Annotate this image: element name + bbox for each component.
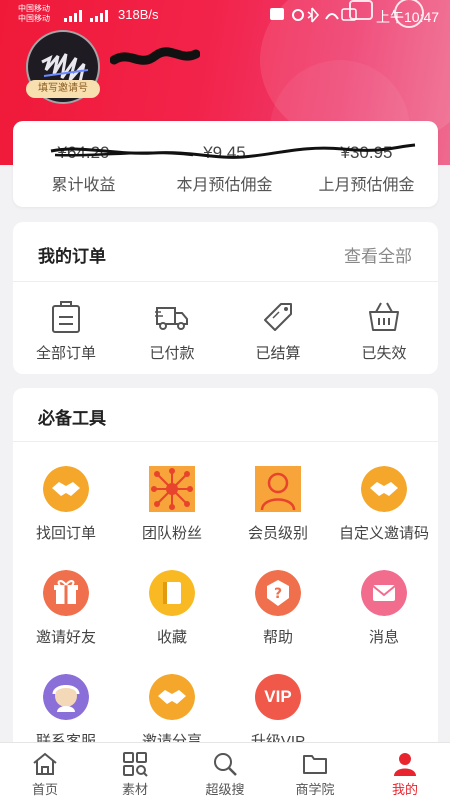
tab-materials[interactable]: 素材	[90, 743, 180, 800]
handshake-icon	[361, 466, 407, 512]
tab-super-search[interactable]: 超级搜	[180, 743, 270, 800]
order-all[interactable]: 全部订单	[13, 300, 119, 370]
orders-card: 我的订单 查看全部 全部订单 已付款 已结算 已失效	[13, 222, 438, 374]
tab-label: 超级搜	[205, 782, 245, 797]
grid-icon	[123, 752, 148, 777]
tab-business-school[interactable]: 商学院	[270, 743, 360, 800]
vip-icon: VIP	[255, 674, 301, 720]
team-network-icon	[149, 466, 195, 512]
order-label: 已失效	[361, 345, 407, 362]
order-settled[interactable]: 已结算	[225, 300, 331, 370]
tag-icon	[264, 303, 292, 331]
username	[110, 47, 200, 65]
view-all-orders-link[interactable]: 查看全部	[344, 242, 412, 267]
earnings-this-month[interactable]: ¥9.45 本月预估佣金	[154, 121, 295, 207]
tool-custom-invite-code[interactable]: 自定义邀请码	[331, 466, 437, 556]
redaction-scribble	[50, 143, 416, 159]
search-icon	[214, 753, 237, 776]
tool-member-level[interactable]: 会员级别	[225, 466, 331, 556]
order-label: 已结算	[255, 345, 301, 362]
tab-label: 我的	[391, 782, 418, 797]
folder-icon	[303, 755, 327, 774]
tool-favorites[interactable]: 收藏	[119, 570, 225, 660]
tab-label: 首页	[31, 782, 58, 797]
tool-label: 消息	[368, 629, 399, 646]
book-icon	[149, 570, 195, 616]
tool-help[interactable]: ? 帮助	[225, 570, 331, 660]
tool-retrieve-order[interactable]: 找回订单	[13, 466, 119, 556]
tool-label: 团队粉丝	[141, 525, 202, 542]
tool-messages[interactable]: 消息	[331, 570, 437, 660]
customer-service-icon	[43, 674, 89, 720]
mail-icon	[361, 570, 407, 616]
order-invalid[interactable]: 已失效	[331, 300, 437, 370]
tab-mine[interactable]: 我的	[360, 743, 450, 800]
tab-home[interactable]: 首页	[0, 743, 90, 800]
order-paid[interactable]: 已付款	[119, 300, 225, 370]
orders-header: 我的订单 查看全部	[13, 222, 438, 282]
tool-invite-friends[interactable]: 邀请好友	[13, 570, 119, 660]
tool-label: 帮助	[262, 629, 293, 646]
tools-card: 必备工具 找回订单 团队粉丝 会员级别 自定义邀请码 邀请好友 收藏 ? 帮助 …	[13, 388, 438, 758]
tool-label: 会员级别	[247, 525, 308, 542]
earnings-label: 累计收益	[51, 177, 116, 194]
network-speed: 318B/s	[118, 7, 159, 22]
handshake-icon	[149, 674, 195, 720]
status-icons	[270, 7, 357, 23]
orders-title: 我的订单	[38, 247, 106, 266]
carrier-info: 中国移动 中国移动	[18, 4, 50, 24]
earnings-total[interactable]: ¥64.20 累计收益	[13, 121, 154, 207]
vip-badge-text: VIP	[264, 687, 292, 706]
member-icon	[255, 466, 301, 512]
tool-team-fans[interactable]: 团队粉丝	[119, 466, 225, 556]
clipboard-icon	[52, 301, 80, 333]
carrier-1: 中国移动	[18, 4, 50, 13]
home-icon	[33, 752, 57, 775]
tool-label: 收藏	[156, 629, 187, 646]
earnings-last-month[interactable]: ¥30.95 上月预估佣金	[296, 121, 437, 207]
tool-label: 邀请好友	[35, 629, 96, 646]
order-label: 已付款	[149, 345, 195, 362]
tools-header: 必备工具	[13, 388, 438, 442]
user-icon	[394, 753, 416, 776]
order-label: 全部订单	[35, 345, 96, 362]
handshake-icon	[43, 466, 89, 512]
earnings-label: 本月预估佣金	[176, 177, 273, 194]
invite-code-tag[interactable]: 填写邀请号	[26, 80, 100, 98]
tool-label: 自定义邀请码	[338, 525, 429, 542]
bottom-tab-bar: 首页 素材 超级搜 商学院 我的	[0, 742, 450, 800]
basket-icon	[369, 302, 399, 331]
gift-icon	[43, 570, 89, 616]
message-icon[interactable]	[349, 0, 373, 20]
carrier-2: 中国移动	[18, 14, 50, 23]
signal-icon	[64, 10, 108, 22]
tools-title: 必备工具	[38, 409, 106, 428]
truck-icon	[155, 307, 188, 330]
svg-text:?: ?	[274, 586, 282, 602]
earnings-label: 上月预估佣金	[318, 177, 415, 194]
tab-label: 素材	[121, 782, 148, 797]
status-bar: 中国移动 中国移动 318B/s 上午10:47	[0, 0, 450, 32]
tab-label: 商学院	[295, 782, 335, 797]
earnings-card: ¥64.20 累计收益 ¥9.45 本月预估佣金 ¥30.95 上月预估佣金	[13, 121, 438, 207]
help-icon: ?	[255, 570, 301, 616]
tool-label: 找回订单	[35, 525, 96, 542]
